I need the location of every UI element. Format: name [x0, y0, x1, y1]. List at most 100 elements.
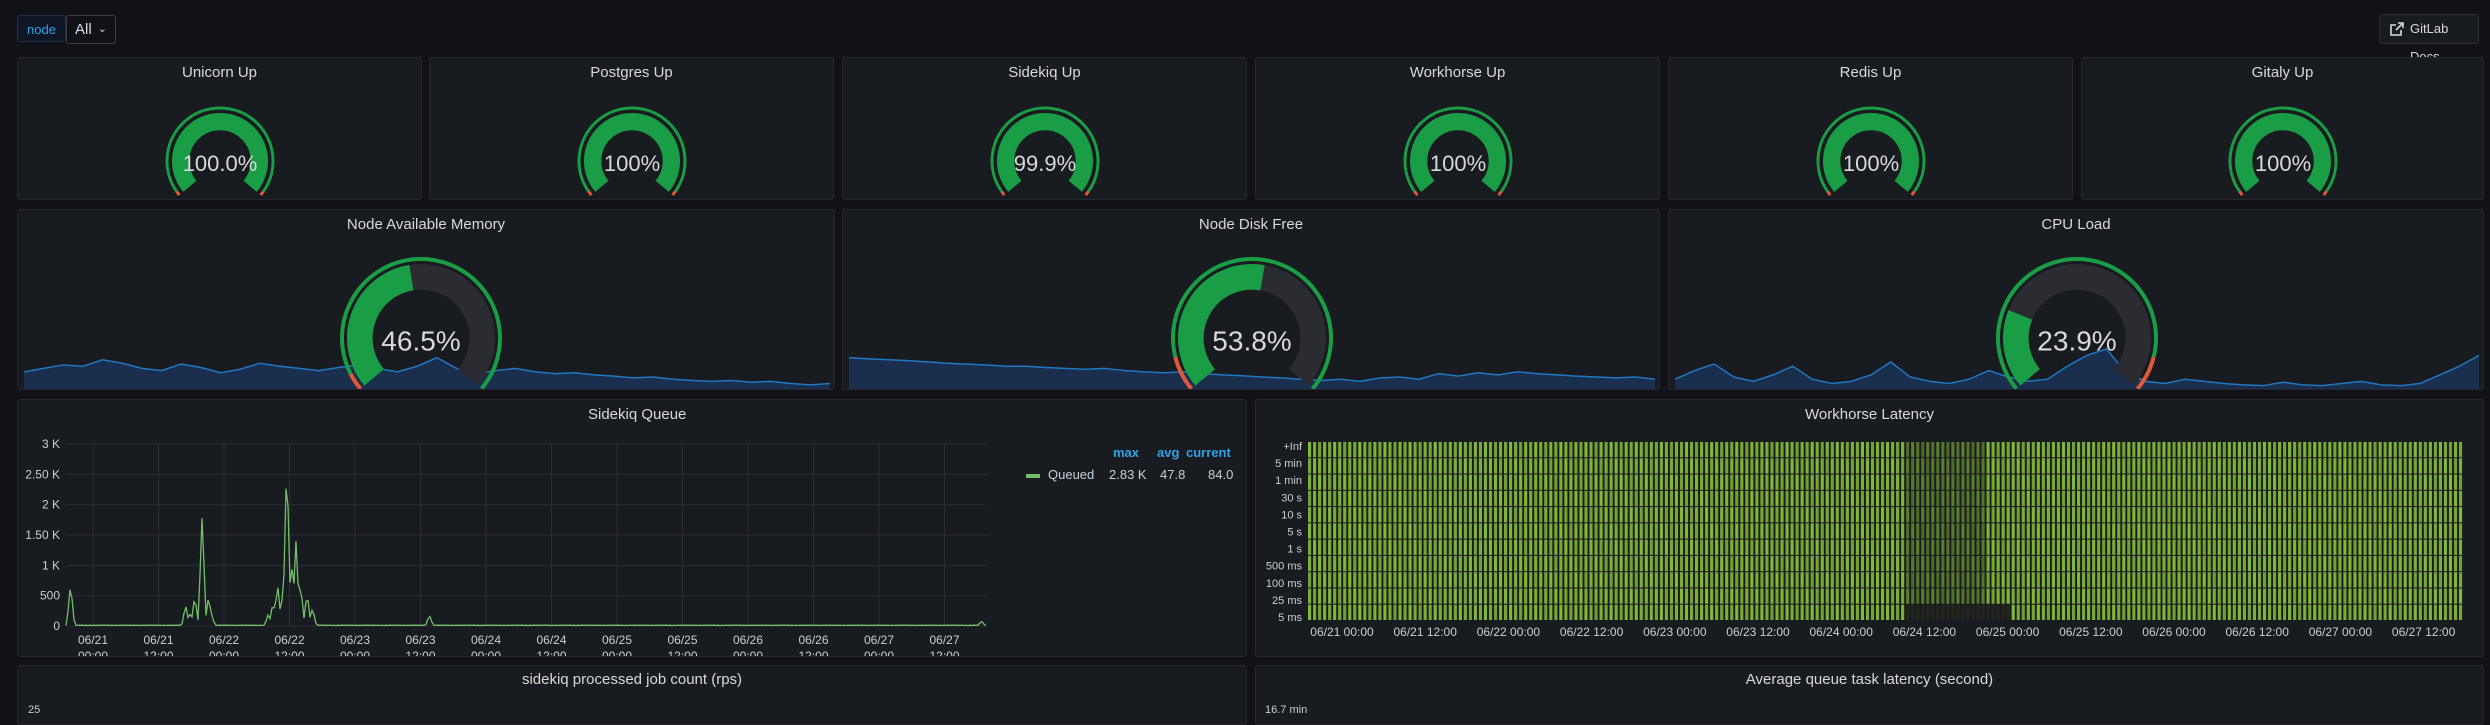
- y-axis-tick: 100 ms: [1266, 578, 1303, 590]
- heatmap-cell: [1916, 474, 1920, 490]
- heatmap-cell: [1805, 458, 1809, 474]
- gitlab-docs-link[interactable]: GitLab Docs: [2379, 14, 2479, 64]
- heatmap-cell: [1529, 555, 1533, 572]
- heatmap-cell: [1559, 507, 1563, 523]
- heatmap-cell: [1343, 474, 1347, 490]
- heatmap-cell: [2378, 523, 2382, 539]
- heatmap-cell: [1830, 555, 1834, 572]
- heatmap-cell: [2071, 507, 2076, 523]
- heatmap-cell: [1554, 539, 1558, 555]
- heatmap-cell: [1996, 523, 2000, 539]
- heatmap-cell: [2026, 588, 2030, 604]
- heatmap-cell: [1559, 490, 1563, 507]
- x-axis-tick: 00:00: [471, 649, 501, 657]
- y-axis-tick: 30 s: [1281, 492, 1302, 504]
- panel-gitaly-up[interactable]: Gitaly Up 100%: [2081, 57, 2484, 200]
- heatmap-cell: [1478, 555, 1483, 572]
- heatmap-cell: [2001, 572, 2005, 588]
- heatmap-cell: [2222, 572, 2226, 588]
- heatmap-cell: [1835, 458, 1839, 474]
- panel-average-queue-task-latency[interactable]: Average queue task latency (second) 16.7…: [1255, 665, 2484, 725]
- panel-redis-up[interactable]: Redis Up 100%: [1668, 57, 2073, 200]
- heatmap-cell: [2303, 442, 2307, 458]
- heatmap-cell: [1710, 604, 1714, 620]
- heatmap-cell: [1448, 588, 1452, 604]
- heatmap-cell: [1318, 539, 1322, 555]
- heatmap-cell: [2107, 474, 2111, 490]
- heatmap-cell: [1850, 555, 1854, 572]
- heatmap-cell: [1800, 458, 1804, 474]
- heatmap-cell: [1740, 555, 1744, 572]
- heatmap-cell: [1805, 588, 1809, 604]
- heatmap-cell: [2127, 555, 2131, 572]
- heatmap-cell: [1830, 507, 1834, 523]
- heatmap-cell: [1313, 523, 1317, 539]
- heatmap-cell: [2147, 588, 2151, 604]
- heatmap-cell: [1509, 474, 1513, 490]
- panel-postgres-up[interactable]: Postgres Up 100%: [429, 57, 834, 200]
- heatmap-cell: [2288, 490, 2292, 507]
- heatmap-cell: [1514, 539, 1518, 555]
- heatmap-cell: [1860, 523, 1864, 539]
- heatmap-cell: [2107, 555, 2111, 572]
- panel-workhorse-up[interactable]: Workhorse Up 100%: [1255, 57, 1660, 200]
- node-variable-select[interactable]: All ⌄: [66, 15, 116, 44]
- heatmap-cell: [1619, 588, 1623, 604]
- panel-node-available-memory[interactable]: Node Available Memory 46.5%: [17, 209, 835, 390]
- panel-sidekiq-up[interactable]: Sidekiq Up 99.9%: [842, 57, 1247, 200]
- legend-item-queued[interactable]: Queued: [1026, 467, 1094, 482]
- heatmap-cell: [1664, 458, 1668, 474]
- heatmap-cell: [2112, 572, 2116, 588]
- heatmap-cell: [2428, 490, 2432, 507]
- heatmap-cell: [1594, 572, 1598, 588]
- heatmap-cell: [1886, 588, 1890, 604]
- heatmap-cell: [2378, 588, 2382, 604]
- heatmap-cell: [2267, 474, 2272, 490]
- heatmap-cell: [1624, 555, 1628, 572]
- heatmap-cell: [1579, 588, 1583, 604]
- heatmap-cell: [2232, 458, 2236, 474]
- heatmap-cell: [1308, 539, 1312, 555]
- heatmap-cell: [2298, 474, 2302, 490]
- heatmap-cell: [1931, 588, 1935, 604]
- panel-unicorn-up[interactable]: Unicorn Up 100.0%: [17, 57, 422, 200]
- heatmap-cell: [2232, 572, 2236, 588]
- heatmap-cell: [2137, 490, 2141, 507]
- heatmap-cell: [1534, 474, 1538, 490]
- heatmap-cell: [1916, 604, 1920, 620]
- heatmap-cell: [2418, 490, 2422, 507]
- heatmap-cell: [1705, 523, 1709, 539]
- heatmap-cell: [2122, 442, 2126, 458]
- panel-cpu-load[interactable]: CPU Load 23.9%: [1668, 209, 2484, 390]
- heatmap-cell: [2092, 523, 2096, 539]
- heatmap-cell: [1443, 604, 1447, 620]
- heatmap-cell: [1991, 458, 1995, 474]
- heatmap-cell: [2011, 572, 2015, 588]
- heatmap-cell: [1483, 572, 1488, 588]
- heatmap-cell: [1599, 604, 1603, 620]
- heatmap-cell: [1453, 588, 1457, 604]
- heatmap-cell: [1689, 539, 1694, 555]
- heatmap-cell: [1780, 604, 1784, 620]
- panel-workhorse-latency[interactable]: Workhorse Latency +Inf 5 min 1 min 30 s 10 s…: [1255, 399, 2484, 657]
- panel-sidekiq-queue[interactable]: Sidekiq Queue 3 K 2.50 K2 K 1.50 K1 K 500 0 0…: [17, 399, 1247, 657]
- heatmap-cell: [1715, 572, 1719, 588]
- panel-node-disk-free[interactable]: Node Disk Free 53.8%: [842, 209, 1660, 390]
- heatmap-cell: [1519, 604, 1523, 620]
- heatmap-cell: [1725, 588, 1729, 604]
- heatmap-cell: [1423, 507, 1427, 523]
- heatmap-cell: [1333, 523, 1337, 539]
- heatmap-cell: [1664, 507, 1668, 523]
- heatmap-cell: [2257, 555, 2262, 572]
- heatmap-cell: [1875, 572, 1880, 588]
- heatmap-cell: [1614, 458, 1618, 474]
- heatmap-cell: [2107, 442, 2111, 458]
- heatmap-cell: [1574, 474, 1578, 490]
- heatmap-cell: [1880, 588, 1885, 604]
- panel-sidekiq-processed-job-count[interactable]: sidekiq processed job count (rps) 25: [17, 665, 1247, 725]
- x-axis-tick: 06/24 00:00: [1809, 625, 1873, 639]
- heatmap-cell: [2247, 474, 2251, 490]
- heatmap-cell: [1529, 458, 1533, 474]
- heatmap-cell: [2036, 442, 2040, 458]
- heatmap-cell: [2293, 442, 2297, 458]
